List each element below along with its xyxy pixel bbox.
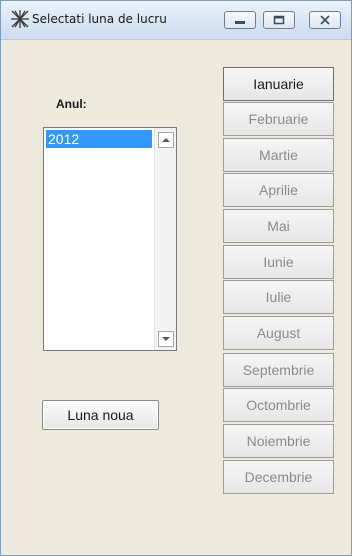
window-title: Selectati luna de lucru [32, 12, 167, 26]
month-button-septembrie[interactable]: Septembrie [223, 353, 334, 387]
year-label: Anul: [56, 97, 87, 111]
month-button-noiembrie[interactable]: Noiembrie [223, 424, 334, 458]
month-button-decembrie[interactable]: Decembrie [223, 460, 334, 494]
month-button-mai[interactable]: Mai [223, 209, 334, 243]
month-button-aprilie[interactable]: Aprilie [223, 173, 334, 207]
listbox-scrollbar[interactable] [154, 128, 176, 350]
scroll-down-button[interactable] [158, 331, 174, 347]
year-listbox[interactable]: 2012 [43, 127, 177, 351]
month-button-martie[interactable]: Martie [223, 138, 334, 172]
month-button-iunie[interactable]: Iunie [223, 245, 334, 279]
minimize-icon [235, 21, 245, 24]
arrow-up-icon [162, 138, 170, 142]
month-button-ianuarie[interactable]: Ianuarie [223, 67, 334, 101]
scroll-up-button[interactable] [158, 132, 174, 148]
minimize-button[interactable] [224, 11, 256, 29]
month-button-februarie[interactable]: Februarie [223, 102, 334, 136]
title-bar[interactable]: Selectati luna de lucru [1, 1, 351, 40]
close-icon [320, 15, 330, 25]
window: Selectati luna de lucru Anul: 2012 Luna … [0, 0, 352, 556]
close-button[interactable] [309, 11, 341, 29]
month-button-august[interactable]: August [223, 316, 334, 350]
month-button-octombrie[interactable]: Octombrie [223, 388, 334, 422]
month-button-iulie[interactable]: Iulie [223, 280, 334, 314]
new-month-button[interactable]: Luna noua [42, 400, 159, 430]
list-item-year[interactable]: 2012 [46, 130, 152, 148]
app-icon [10, 9, 30, 29]
arrow-down-icon [162, 337, 170, 341]
maximize-button[interactable] [263, 11, 295, 29]
maximize-icon [273, 15, 285, 25]
